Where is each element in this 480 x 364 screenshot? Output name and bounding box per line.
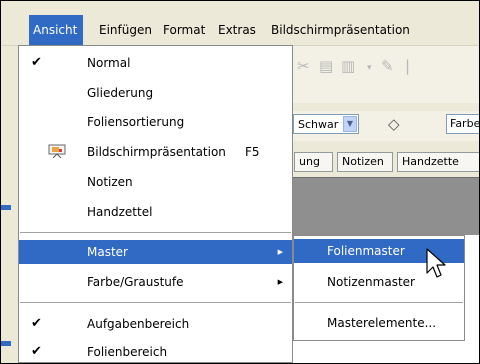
- master-view-bar: [293, 177, 479, 236]
- tab-label: Handzette: [402, 155, 459, 168]
- menu-label: Extras: [218, 23, 256, 37]
- tab-notizen[interactable]: Notizen: [337, 152, 393, 172]
- menu-item-handzettel[interactable]: Handzettel: [19, 200, 292, 224]
- menu-item-label: Foliensortierung: [87, 115, 185, 129]
- menu-item-folienbereich[interactable]: ✔ Folienbereich: [19, 340, 292, 363]
- submenu-arrow-icon: ▶: [277, 278, 283, 286]
- menu-label: Bildschirmpräsentation: [271, 23, 410, 37]
- menu-item-aufgabenbereich[interactable]: ✔ Aufgabenbereich: [19, 312, 292, 336]
- application-window: ✂ ▤ ▥ ▾ ✎ | Schwar ▼ ◇ Farbe ung Notizen…: [0, 0, 480, 364]
- format-painter-icon[interactable]: ✎: [381, 57, 394, 75]
- check-icon: ✔: [31, 316, 42, 331]
- menu-item-label: Master: [87, 245, 128, 259]
- menu-separator: [20, 232, 291, 233]
- tab-label: Notizen: [342, 155, 384, 168]
- shortcut-label: F5: [245, 145, 260, 159]
- color-field-value: Farbe: [450, 117, 480, 130]
- menu-bar: Ansicht Einfügen Format Extras Bildschir…: [1, 15, 479, 46]
- menu-item-label: Notizen: [87, 175, 133, 189]
- menu-item-label: Gliederung: [87, 86, 154, 100]
- menu-item-label: Notizenmaster: [327, 275, 415, 289]
- tab-label: ung: [299, 155, 320, 168]
- font-color-combo-value: Schwar: [298, 118, 339, 131]
- menu-item-masterelemente[interactable]: Masterelemente...: [294, 311, 464, 335]
- menu-item-label: Handzettel: [87, 205, 153, 219]
- chevron-down-icon[interactable]: ▼: [343, 116, 357, 132]
- menu-item-label: Bildschirmpräsentation: [87, 145, 226, 159]
- left-panel-edge: [1, 45, 11, 363]
- menu-item-farbe-graustufe[interactable]: Farbe/Graustufe ▶: [19, 270, 292, 294]
- menu-item-label: Folienbereich: [87, 345, 168, 359]
- ansicht-menu: ✔ Normal Gliederung Foliensortierung Bil…: [18, 45, 293, 363]
- menu-separator: [20, 302, 291, 303]
- dropdown-arrow-icon[interactable]: ▾: [367, 63, 372, 73]
- menu-item-gliederung[interactable]: Gliederung: [19, 81, 292, 105]
- menu-item-normal[interactable]: ✔ Normal: [19, 51, 292, 75]
- check-icon: ✔: [31, 55, 42, 70]
- menu-item-notizen[interactable]: Notizen: [19, 170, 292, 194]
- toolbar-separator: |: [405, 57, 411, 75]
- menu-item-label: Folienmaster: [327, 244, 405, 258]
- copy-icon[interactable]: ▤: [319, 57, 333, 75]
- menu-item-label: Farbe/Graustufe: [87, 275, 184, 289]
- selection-marker: [1, 205, 11, 210]
- menu-label: Format: [163, 23, 206, 37]
- submenu-arrow-icon: ▶: [277, 248, 283, 256]
- menu-item-bildschirmpraesentation[interactable]: Bildschirmpräsentation F5: [19, 140, 292, 164]
- fill-bucket-icon[interactable]: ◇: [388, 115, 400, 133]
- menu-bildschirmpraesentation[interactable]: Bildschirmpräsentation: [267, 15, 414, 45]
- menu-format[interactable]: Format: [159, 15, 209, 45]
- menu-item-label: Aufgabenbereich: [87, 317, 190, 331]
- font-color-combo[interactable]: Schwar ▼: [293, 114, 359, 134]
- menu-ansicht[interactable]: Ansicht: [29, 15, 83, 45]
- menu-einfuegen[interactable]: Einfügen: [95, 15, 156, 45]
- cut-icon[interactable]: ✂: [297, 57, 310, 75]
- check-icon: ✔: [31, 344, 42, 359]
- menu-item-label: Masterelemente...: [327, 316, 437, 330]
- tab-gliederung[interactable]: ung: [294, 152, 333, 172]
- menu-item-foliensortierung[interactable]: Foliensortierung: [19, 110, 292, 134]
- menu-label: Einfügen: [99, 23, 152, 37]
- menu-item-master[interactable]: Master ▶: [19, 240, 292, 264]
- color-field[interactable]: Farbe: [446, 114, 480, 134]
- menu-separator: [295, 302, 463, 303]
- tab-handzettel[interactable]: Handzette: [397, 152, 479, 172]
- menu-item-label: Normal: [87, 56, 131, 70]
- paste-icon[interactable]: ▥: [341, 57, 355, 75]
- presentation-icon: [48, 144, 66, 158]
- mouse-pointer-icon: [426, 248, 446, 278]
- menu-extras[interactable]: Extras: [214, 15, 260, 45]
- selection-marker: [1, 341, 11, 346]
- menu-label: Ansicht: [33, 23, 78, 37]
